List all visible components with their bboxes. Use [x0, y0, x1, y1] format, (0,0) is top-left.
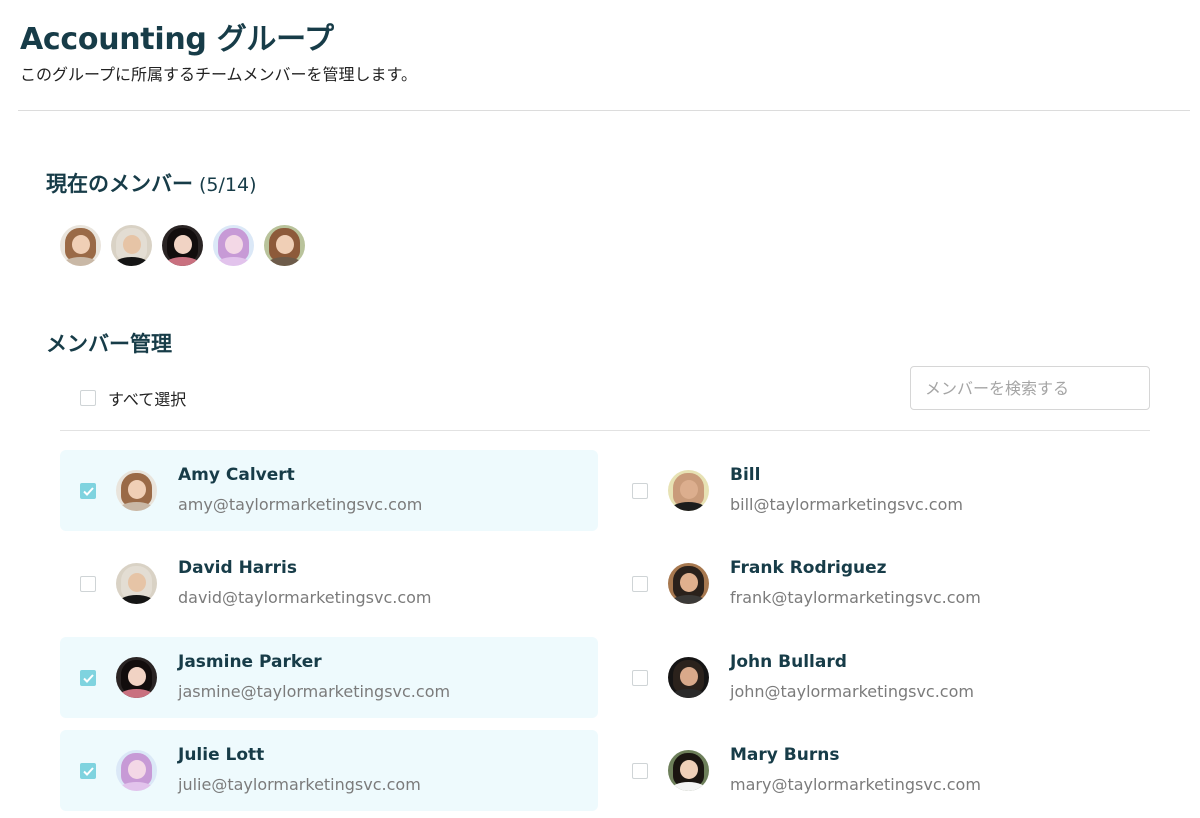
avatar-shirt: [62, 256, 99, 266]
member-row[interactable]: Frank Rodriguez frank@taylormarketingsvc.…: [612, 543, 1150, 624]
avatar-shirt: [118, 688, 155, 698]
member-email: john@taylormarketingsvc.com: [730, 682, 974, 701]
member-avatar: [116, 563, 157, 604]
member-row[interactable]: Amy Calvert amy@taylormarketingsvc.com: [60, 450, 598, 531]
list-divider: [60, 430, 1150, 431]
member-name: Mary Burns: [730, 745, 840, 765]
avatar-shirt: [670, 501, 707, 511]
member-email: jasmine@taylormarketingsvc.com: [178, 682, 451, 701]
page-title: Accounting グループ: [20, 22, 334, 57]
member-checkbox[interactable]: [632, 763, 648, 779]
current-member-avatar: [111, 225, 152, 266]
member-avatar: [668, 470, 709, 511]
member-row[interactable]: Bill bill@taylormarketingsvc.com: [612, 450, 1150, 531]
select-all-label: すべて選択: [108, 390, 187, 409]
member-search-input[interactable]: [910, 366, 1150, 410]
current-members-avatars: [60, 225, 305, 266]
avatar-shirt: [215, 256, 252, 266]
member-checkbox[interactable]: [80, 763, 96, 779]
member-checkbox[interactable]: [80, 670, 96, 686]
group-page: Accounting グループ このグループに所属するチームメンバーを管理します…: [0, 0, 1200, 818]
member-name: Jasmine Parker: [178, 652, 322, 672]
member-email: frank@taylormarketingsvc.com: [730, 588, 981, 607]
avatar-face: [679, 759, 698, 779]
member-avatar: [668, 750, 709, 791]
member-name: David Harris: [178, 558, 297, 578]
avatar-face: [679, 666, 698, 686]
avatar-face: [71, 234, 90, 254]
member-name: John Bullard: [730, 652, 847, 672]
avatar-shirt: [266, 256, 303, 266]
avatar-face: [127, 572, 146, 592]
member-checkbox[interactable]: [632, 576, 648, 592]
avatar-face: [127, 759, 146, 779]
member-checkbox[interactable]: [80, 576, 96, 592]
member-row[interactable]: David Harris david@taylormarketingsvc.com: [60, 543, 598, 624]
avatar-face: [173, 234, 192, 254]
avatar-shirt: [670, 594, 707, 604]
checkmark-icon: [82, 766, 94, 776]
avatar-shirt: [670, 781, 707, 791]
avatar-shirt: [118, 594, 155, 604]
member-name: Julie Lott: [178, 745, 265, 765]
current-member-avatar: [213, 225, 254, 266]
member-row[interactable]: John Bullard john@taylormarketingsvc.com: [612, 637, 1150, 718]
avatar-face: [679, 479, 698, 499]
member-email: amy@taylormarketingsvc.com: [178, 495, 423, 514]
member-name: Amy Calvert: [178, 465, 295, 485]
avatar-face: [127, 479, 146, 499]
avatar-shirt: [113, 256, 150, 266]
checkmark-icon: [82, 486, 94, 496]
avatar-shirt: [670, 688, 707, 698]
avatar-face: [275, 234, 294, 254]
member-name: Frank Rodriguez: [730, 558, 887, 578]
page-subtitle: このグループに所属するチームメンバーを管理します。: [20, 65, 417, 84]
member-email: bill@taylormarketingsvc.com: [730, 495, 963, 514]
member-avatar: [116, 750, 157, 791]
avatar-face: [127, 666, 146, 686]
member-email: david@taylormarketingsvc.com: [178, 588, 432, 607]
member-avatar: [668, 657, 709, 698]
select-all[interactable]: すべて選択: [80, 386, 186, 410]
checkmark-icon: [82, 673, 94, 683]
member-row[interactable]: Jasmine Parker jasmine@taylormarketingsvc…: [60, 637, 598, 718]
member-email: julie@taylormarketingsvc.com: [178, 775, 421, 794]
avatar-face: [679, 572, 698, 592]
member-avatar: [668, 563, 709, 604]
current-member-avatar: [162, 225, 203, 266]
member-row[interactable]: Mary Burns mary@taylormarketingsvc.com: [612, 730, 1150, 811]
member-management-heading: メンバー管理: [46, 332, 172, 356]
avatar-shirt: [118, 781, 155, 791]
member-checkbox[interactable]: [80, 483, 96, 499]
current-members-heading: 現在のメンバー (5/14): [46, 168, 257, 198]
avatar-shirt: [118, 501, 155, 511]
avatar-shirt: [164, 256, 201, 266]
member-row[interactable]: Julie Lott julie@taylormarketingsvc.com: [60, 730, 598, 811]
current-member-avatar: [264, 225, 305, 266]
member-avatar: [116, 470, 157, 511]
current-members-title: 現在のメンバー: [46, 172, 193, 196]
member-checkbox[interactable]: [632, 483, 648, 499]
member-avatar: [116, 657, 157, 698]
header-divider: [18, 110, 1190, 111]
member-name: Bill: [730, 465, 761, 485]
member-count: (5/14): [199, 174, 257, 196]
member-checkbox[interactable]: [632, 670, 648, 686]
member-email: mary@taylormarketingsvc.com: [730, 775, 981, 794]
avatar-face: [224, 234, 243, 254]
current-member-avatar: [60, 225, 101, 266]
avatar-face: [122, 234, 141, 254]
select-all-checkbox[interactable]: [80, 390, 96, 406]
